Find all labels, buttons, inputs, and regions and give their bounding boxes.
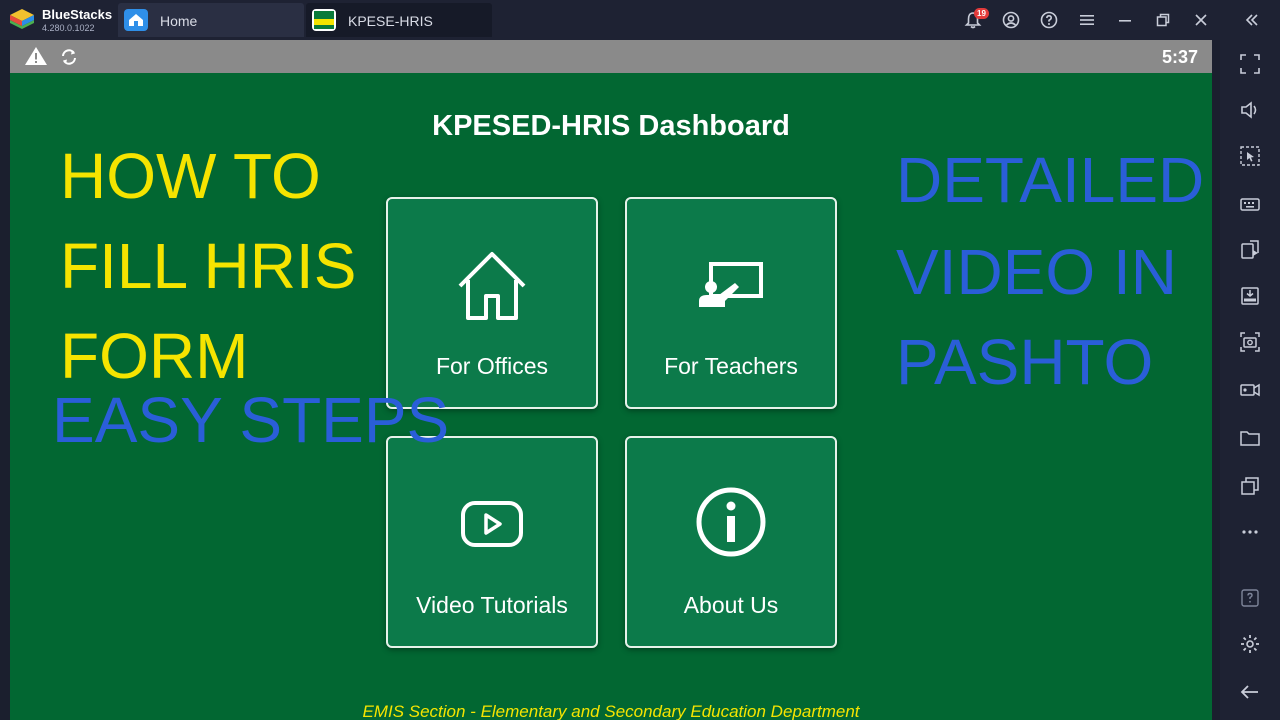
record-button[interactable] [1234,374,1266,406]
multi-instance-button[interactable] [1234,470,1266,502]
restore-window-icon [1156,13,1170,27]
more-dots-icon [1242,530,1258,534]
tab-kpese-hris-label: KPESE-HRIS [348,13,433,29]
install-app-icon [1241,240,1259,259]
volume-icon [1241,101,1257,119]
bluestacks-logo-icon [10,9,34,29]
help-square-icon [1241,589,1259,607]
card-icon-wrap [627,482,835,562]
restore-button[interactable] [1144,0,1182,40]
overlay-easy-steps: EASY STEPS [52,384,450,456]
bluestacks-brand: BlueStacks 4.280.0.1022 [6,4,116,36]
arrow-left-icon [1240,685,1258,699]
cursor-select-icon [1240,146,1260,166]
sync-icon [62,49,76,65]
card-label: For Teachers [664,353,798,379]
right-toolbar [1220,40,1280,720]
minimize-icon [1119,20,1131,22]
card-icon-wrap [388,484,596,564]
notification-badge: 19 [974,8,989,19]
fullscreen-button[interactable] [1234,48,1266,80]
card-label: For Offices [435,353,549,379]
warning-icon [25,47,47,65]
card-label: About Us [683,592,779,618]
tab-kpese-hris[interactable]: KPESE-HRIS [306,3,492,37]
status-time: 5:37 [1161,47,1198,67]
overlay-line-fill-hris: FILL HRIS [60,230,357,302]
overlay-line-video-in: VIDEO IN [896,236,1177,308]
tab-home-label: Home [160,13,198,29]
about-us-card[interactable]: About Us [625,436,837,648]
home-icon [458,252,526,320]
help-button[interactable] [1030,0,1068,40]
card-label: Video Tutorials [416,592,568,618]
media-folder-button[interactable] [1234,422,1266,454]
apk-icon [1241,287,1259,305]
tab-home[interactable]: Home [118,3,304,37]
camera-icon [1240,332,1260,352]
keyboard-button[interactable] [1234,188,1266,220]
titlebar-controls: 19 [954,0,1220,40]
android-screen: 5:37 KPESED-HRIS Dashboard For Offices F… [10,40,1212,720]
overlay-line-pashto: PASHTO [896,326,1154,398]
video-record-icon [1240,383,1260,397]
app-version: 4.280.0.1022 [42,23,95,33]
account-button[interactable] [992,0,1030,40]
overlay-line-form: FORM [60,320,249,392]
hamburger-menu-icon [1080,15,1094,25]
overlay-line-how-to: HOW TO [60,140,321,212]
card-icon-wrap [627,245,835,325]
play-video-icon [461,501,523,547]
info-icon [696,487,766,557]
menu-button[interactable] [1068,0,1106,40]
title-bar: BlueStacks 4.280.0.1022 Home KPESE-HRIS … [0,0,1280,40]
gear-icon [1241,635,1259,653]
android-status-bar: 5:37 [10,40,1212,73]
settings-button[interactable] [1234,628,1266,660]
pointer-button[interactable] [1234,140,1266,172]
dashboard-title: KPESED-HRIS Dashboard [432,110,790,142]
screenshot-button[interactable] [1234,326,1266,358]
more-options-button[interactable] [1234,516,1266,548]
minimize-button[interactable] [1106,0,1144,40]
app-name: BlueStacks [42,7,113,22]
double-chevron-left-icon [1245,14,1258,26]
footer-department-text: EMIS Section - Elementary and Secondary … [362,702,860,720]
install-app-button[interactable] [1234,234,1266,266]
card-icon-wrap [388,245,596,325]
multi-instance-icon [1241,477,1259,495]
back-button[interactable] [1234,676,1266,708]
collapse-sidebar-button[interactable] [1224,0,1280,40]
for-teachers-card[interactable]: For Teachers [625,197,837,409]
apk-button[interactable] [1234,280,1266,312]
video-tutorials-card[interactable]: Video Tutorials [386,436,598,648]
notifications-button[interactable]: 19 [954,0,992,40]
kpese-hris-app-icon [312,9,336,31]
help-icon [1040,11,1058,29]
teacher-board-icon [699,262,763,307]
fullscreen-icon [1240,54,1260,74]
folder-icon [1240,431,1260,446]
for-offices-card[interactable]: For Offices [386,197,598,409]
account-icon [1002,11,1020,29]
volume-button[interactable] [1234,94,1266,126]
overlay-line-detailed: DETAILED [896,144,1205,216]
keyboard-icon [1240,198,1260,211]
sidebar-help-button[interactable] [1234,582,1266,614]
home-tab-icon [124,9,148,31]
close-icon [1195,14,1207,26]
close-button[interactable] [1182,0,1220,40]
